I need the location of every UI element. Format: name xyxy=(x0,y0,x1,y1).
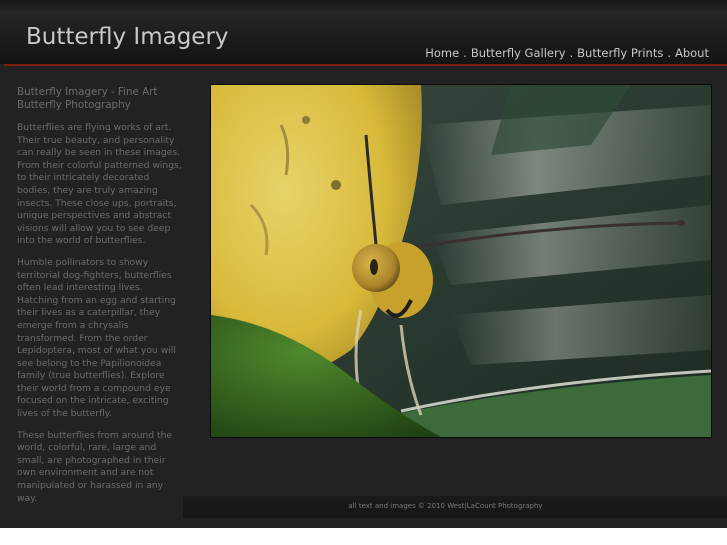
sidebar-intro: Butterfly Imagery - Fine Art Butterfly P… xyxy=(17,86,182,514)
header: Butterfly Imagery Home. Butterfly Gallery… xyxy=(0,0,727,64)
main-nav: Home. Butterfly Gallery. Butterfly Prints.… xyxy=(425,46,709,60)
footer: all text and images © 2010 West|LaCount … xyxy=(183,496,727,518)
sidebar-paragraph: Humble pollinators to showy territorial … xyxy=(17,256,176,420)
butterfly-photo-image xyxy=(211,85,711,437)
featured-butterfly-photo[interactable] xyxy=(210,84,712,438)
copyright-text: all text and images © 2010 West|LaCount … xyxy=(348,502,543,510)
nav-link-butterfly-prints[interactable]: Butterfly Prints xyxy=(577,46,663,60)
nav-link-about[interactable]: About xyxy=(675,46,709,60)
nav-separator: . xyxy=(569,46,574,60)
sidebar-heading: Butterfly Imagery - Fine Art Butterfly P… xyxy=(17,86,158,111)
page: Butterfly Imagery Home. Butterfly Gallery… xyxy=(0,0,727,528)
nav-link-home[interactable]: Home xyxy=(425,46,459,60)
sidebar-paragraph: These butterflies from around the world,… xyxy=(17,429,173,504)
nav-separator: . xyxy=(463,46,467,60)
header-divider xyxy=(4,64,727,66)
sidebar-paragraph: Butterflies are flying works of art. The… xyxy=(17,122,182,247)
nav-link-butterfly-gallery[interactable]: Butterfly Gallery xyxy=(471,46,566,60)
site-title[interactable]: Butterfly Imagery xyxy=(26,24,229,50)
nav-separator: . xyxy=(667,46,671,60)
